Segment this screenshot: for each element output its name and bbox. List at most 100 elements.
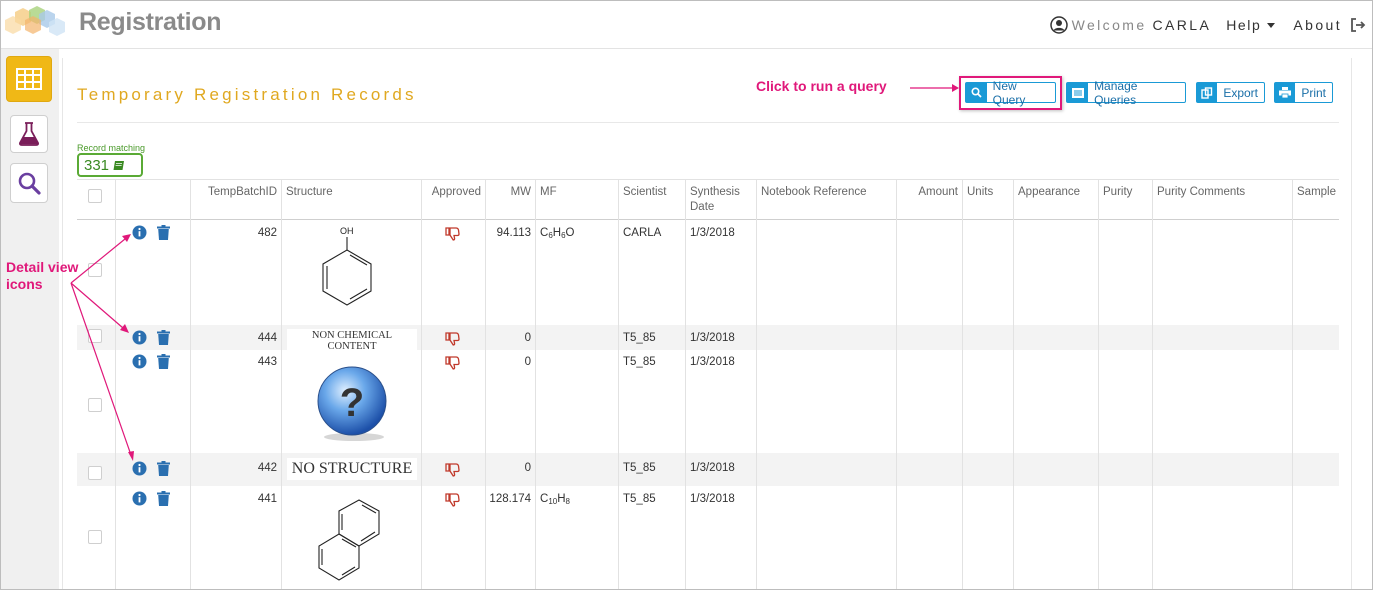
detail-view-annotation-line1: Detail view (6, 259, 79, 275)
scientist-value: CARLA (623, 227, 662, 239)
manage-queries-button[interactable]: Manage Queries (1066, 79, 1186, 107)
sign-out-icon[interactable] (1350, 17, 1366, 33)
header-temp-batch-id[interactable]: TempBatchID (190, 179, 281, 219)
app-window: Registration Welcome CARLA Help About Te… (0, 0, 1373, 590)
structure-label: OH (340, 226, 354, 236)
about-link[interactable]: About (1293, 17, 1342, 33)
row-checkbox[interactable] (88, 263, 102, 277)
header-units[interactable]: Units (962, 179, 1013, 219)
scientist-value: T5_85 (623, 332, 656, 344)
row-checkbox[interactable] (88, 329, 102, 343)
temp-batch-id: 441 (257, 493, 277, 505)
synthesis-date-value: 1/3/2018 (690, 493, 735, 505)
mf-subscript: 10 (548, 497, 558, 506)
welcome-text: Welcome (1071, 17, 1147, 33)
trash-icon[interactable] (157, 491, 170, 506)
hexagon-logo-icon[interactable] (5, 4, 77, 40)
record-count: 331 (84, 156, 110, 174)
thumbs-down-icon (445, 332, 460, 346)
print-icon (1275, 83, 1296, 102)
caret-down-icon (1267, 22, 1276, 28)
register-compound-button[interactable] (10, 115, 48, 153)
scientist-value: T5_85 (623, 462, 656, 474)
mf-element: H (557, 493, 566, 505)
header-approved[interactable]: Approved (421, 179, 485, 219)
left-rail (1, 49, 59, 589)
mw-value: 94.113 (496, 227, 531, 239)
mw-value: 0 (524, 332, 531, 344)
mf-subscript: 8 (565, 497, 570, 506)
row-checkbox[interactable] (88, 530, 102, 544)
detail-view-annotation-line2: icons (6, 276, 43, 292)
new-query-label: New Query (992, 78, 1026, 107)
copy-icon (1197, 83, 1218, 102)
row-checkbox[interactable] (88, 398, 102, 412)
record-matching-label: Record matching (77, 143, 146, 153)
temp-batch-id: 442 (257, 462, 277, 474)
header-synthesis-date[interactable]: Synthesis Date (685, 179, 756, 219)
records-grid-button[interactable] (6, 56, 52, 102)
search-icon (966, 83, 987, 102)
temp-batch-id: 482 (257, 227, 277, 239)
header-purity-comments[interactable]: Purity Comments (1152, 179, 1292, 219)
temp-batch-id: 443 (257, 356, 277, 368)
export-button[interactable]: Export (1196, 82, 1265, 103)
header-mf[interactable]: MF (535, 179, 618, 219)
trash-icon[interactable] (157, 354, 170, 369)
brand-name[interactable]: Registration (79, 8, 222, 37)
info-circle-icon[interactable] (132, 330, 147, 345)
export-label: Export (1223, 85, 1258, 100)
trash-icon[interactable] (157, 330, 170, 345)
username: CARLA (1152, 17, 1212, 33)
new-query-button[interactable]: New Query (965, 78, 1056, 107)
structure-text: NO STRUCTURE (287, 458, 417, 480)
header-notebook-reference[interactable]: Notebook Reference (756, 179, 896, 219)
trash-icon[interactable] (157, 461, 170, 476)
header-synthesis-line2: Date (690, 201, 715, 213)
thumbs-down-icon (445, 356, 460, 370)
table-row[interactable]: 443 ? 0 T5_85 1/3/2018 (77, 350, 1339, 453)
header-amount[interactable]: Amount (896, 179, 962, 219)
page-title: Temporary Registration Records (77, 85, 417, 104)
header-mw[interactable]: MW (485, 179, 535, 219)
naphthalene-structure (318, 499, 380, 581)
search-button[interactable] (10, 163, 48, 203)
main-panel: Temporary Registration Records Click to … (62, 58, 1352, 589)
header-structure[interactable]: Structure (281, 179, 421, 219)
table-row[interactable]: 441 128.174 C10H8 T5_85 1/3/2018 (77, 486, 1339, 589)
header-sample[interactable]: Sample (1292, 179, 1339, 219)
synthesis-date-value: 1/3/2018 (690, 356, 735, 368)
select-all-checkbox[interactable] (88, 189, 102, 203)
scientist-value: T5_85 (623, 356, 656, 368)
trash-icon[interactable] (157, 225, 170, 240)
table-row[interactable]: 442 NO STRUCTURE 0 T5_85 1/3/2018 (77, 453, 1339, 486)
synthesis-date-value: 1/3/2018 (690, 462, 735, 474)
info-circle-icon[interactable] (132, 225, 147, 240)
table-row[interactable]: 444 NON CHEMICAL CONTENT 0 T5_85 1/3/201… (77, 325, 1339, 353)
header-appearance[interactable]: Appearance (1013, 179, 1098, 219)
detail-view-annotation: Detail view icons (6, 259, 78, 293)
help-label: Help (1226, 17, 1262, 33)
user-circle-icon (1049, 16, 1068, 34)
list-icon (1067, 83, 1089, 102)
magnifier-icon (18, 172, 41, 195)
phenol-structure: OH (322, 226, 372, 306)
header-purity[interactable]: Purity (1098, 179, 1152, 219)
title-divider (77, 122, 1339, 123)
mw-value: 0 (524, 462, 531, 474)
thumbs-down-icon (445, 227, 460, 241)
info-circle-icon[interactable] (132, 461, 147, 476)
header-actions (115, 179, 190, 219)
header-scientist[interactable]: Scientist (618, 179, 685, 219)
unknown-structure-icon: ? (317, 366, 387, 441)
table-row[interactable]: 482 OH 94.113 C6H6O CARLA 1/3/2018 (77, 220, 1339, 325)
mw-value: 128.174 (489, 493, 531, 505)
record-count-badge: 331 (77, 153, 143, 177)
info-circle-icon[interactable] (132, 491, 147, 506)
mf-value: C6H6O (540, 227, 574, 240)
info-circle-icon[interactable] (132, 354, 147, 369)
synthesis-date-value: 1/3/2018 (690, 227, 735, 239)
help-menu[interactable]: Help (1226, 17, 1276, 33)
row-checkbox[interactable] (88, 466, 102, 480)
print-button[interactable]: Print (1274, 82, 1333, 103)
